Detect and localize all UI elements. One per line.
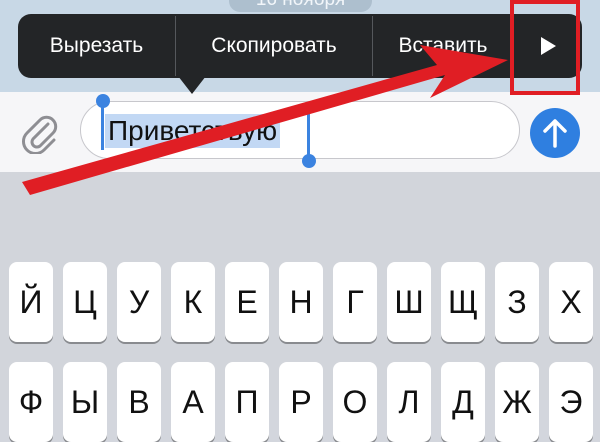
key-row1-0[interactable]: Й	[9, 262, 53, 342]
key-row1-2[interactable]: У	[117, 262, 161, 342]
send-button[interactable]	[530, 108, 580, 158]
key-row2-9[interactable]: Ж	[495, 362, 539, 442]
key-row1-7[interactable]: Ш	[387, 262, 431, 342]
key-row1-6[interactable]: Г	[333, 262, 377, 342]
key-row2-7[interactable]: Л	[387, 362, 431, 442]
key-row2-4[interactable]: П	[225, 362, 269, 442]
paperclip-icon[interactable]	[18, 112, 60, 154]
key-row1-5[interactable]: Н	[279, 262, 323, 342]
cut-button[interactable]: Вырезать	[18, 14, 175, 78]
key-row2-2[interactable]: В	[117, 362, 161, 442]
key-row2-3[interactable]: А	[171, 362, 215, 442]
key-row2-1[interactable]: Ы	[63, 362, 107, 442]
key-row1-4[interactable]: Е	[225, 262, 269, 342]
selection-end-line	[307, 114, 310, 158]
key-row2-5[interactable]: Р	[279, 362, 323, 442]
key-row1-8[interactable]: Щ	[441, 262, 485, 342]
selection-start-line	[101, 104, 104, 150]
selection-end-handle[interactable]	[302, 154, 316, 168]
key-row2-10[interactable]: Э	[549, 362, 593, 442]
highlight-box	[510, 0, 580, 95]
key-row2-0[interactable]: Ф	[9, 362, 53, 442]
arrow-up-icon	[543, 119, 567, 148]
menu-pointer	[178, 76, 206, 94]
key-row1-9[interactable]: З	[495, 262, 539, 342]
key-row1-10[interactable]: Х	[549, 262, 593, 342]
paste-button[interactable]: Вставить	[373, 14, 513, 78]
copy-button[interactable]: Скопировать	[176, 14, 372, 78]
edit-menu: Вырезать Скопировать Вставить	[18, 14, 582, 78]
key-row1-1[interactable]: Ц	[63, 262, 107, 342]
selected-message-text[interactable]: Приветствую	[105, 114, 281, 148]
key-row2-8[interactable]: Д	[441, 362, 485, 442]
key-row1-3[interactable]: К	[171, 262, 215, 342]
date-chip: 16 ноября	[229, 0, 372, 12]
key-row2-6[interactable]: О	[333, 362, 377, 442]
